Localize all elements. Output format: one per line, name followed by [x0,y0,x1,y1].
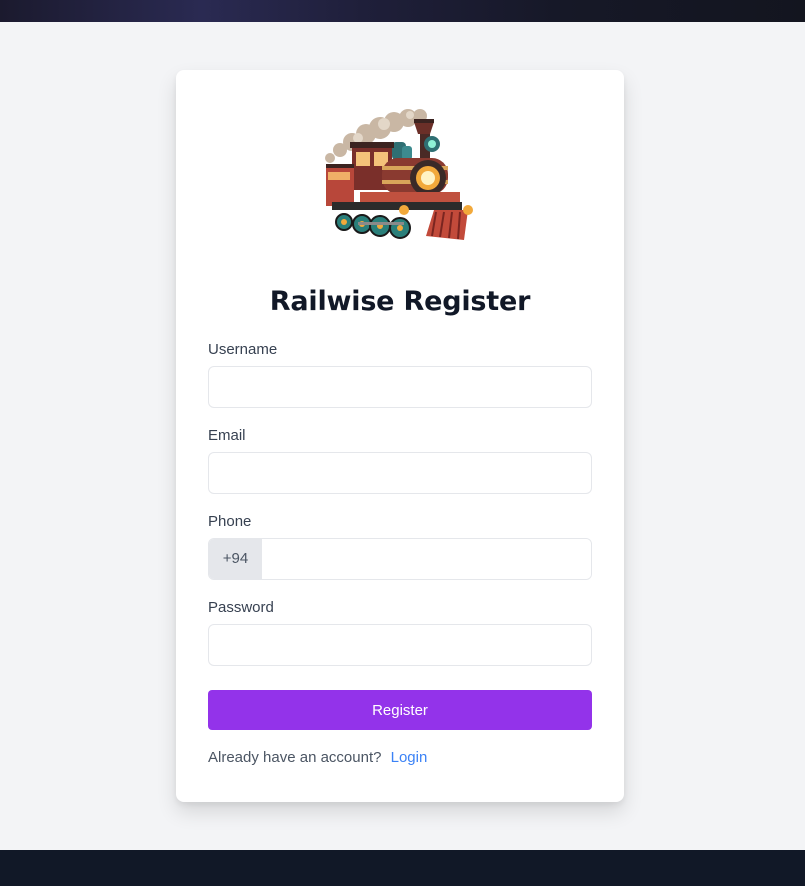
footer-bar [0,850,805,886]
email-input[interactable] [208,452,592,494]
phone-field-group: +94 [208,538,592,580]
phone-country-code: +94 [209,539,262,579]
top-banner-bar [0,0,805,22]
email-label: Email [208,427,246,444]
phone-label: Phone [208,513,252,530]
login-prompt: Already have an account? Login [208,749,427,766]
register-card: Railwise Register Username Email Phone +… [176,70,624,802]
username-label: Username [208,341,278,358]
train-locomotive-icon [325,109,473,240]
username-input[interactable] [208,366,592,408]
login-prompt-text: Already have an account? [208,749,382,766]
register-button[interactable]: Register [208,690,592,730]
password-label: Password [208,599,274,616]
phone-input[interactable] [262,539,591,579]
login-link[interactable]: Login [391,749,428,766]
page-title: Railwise Register [269,286,531,317]
password-input[interactable] [208,624,592,666]
